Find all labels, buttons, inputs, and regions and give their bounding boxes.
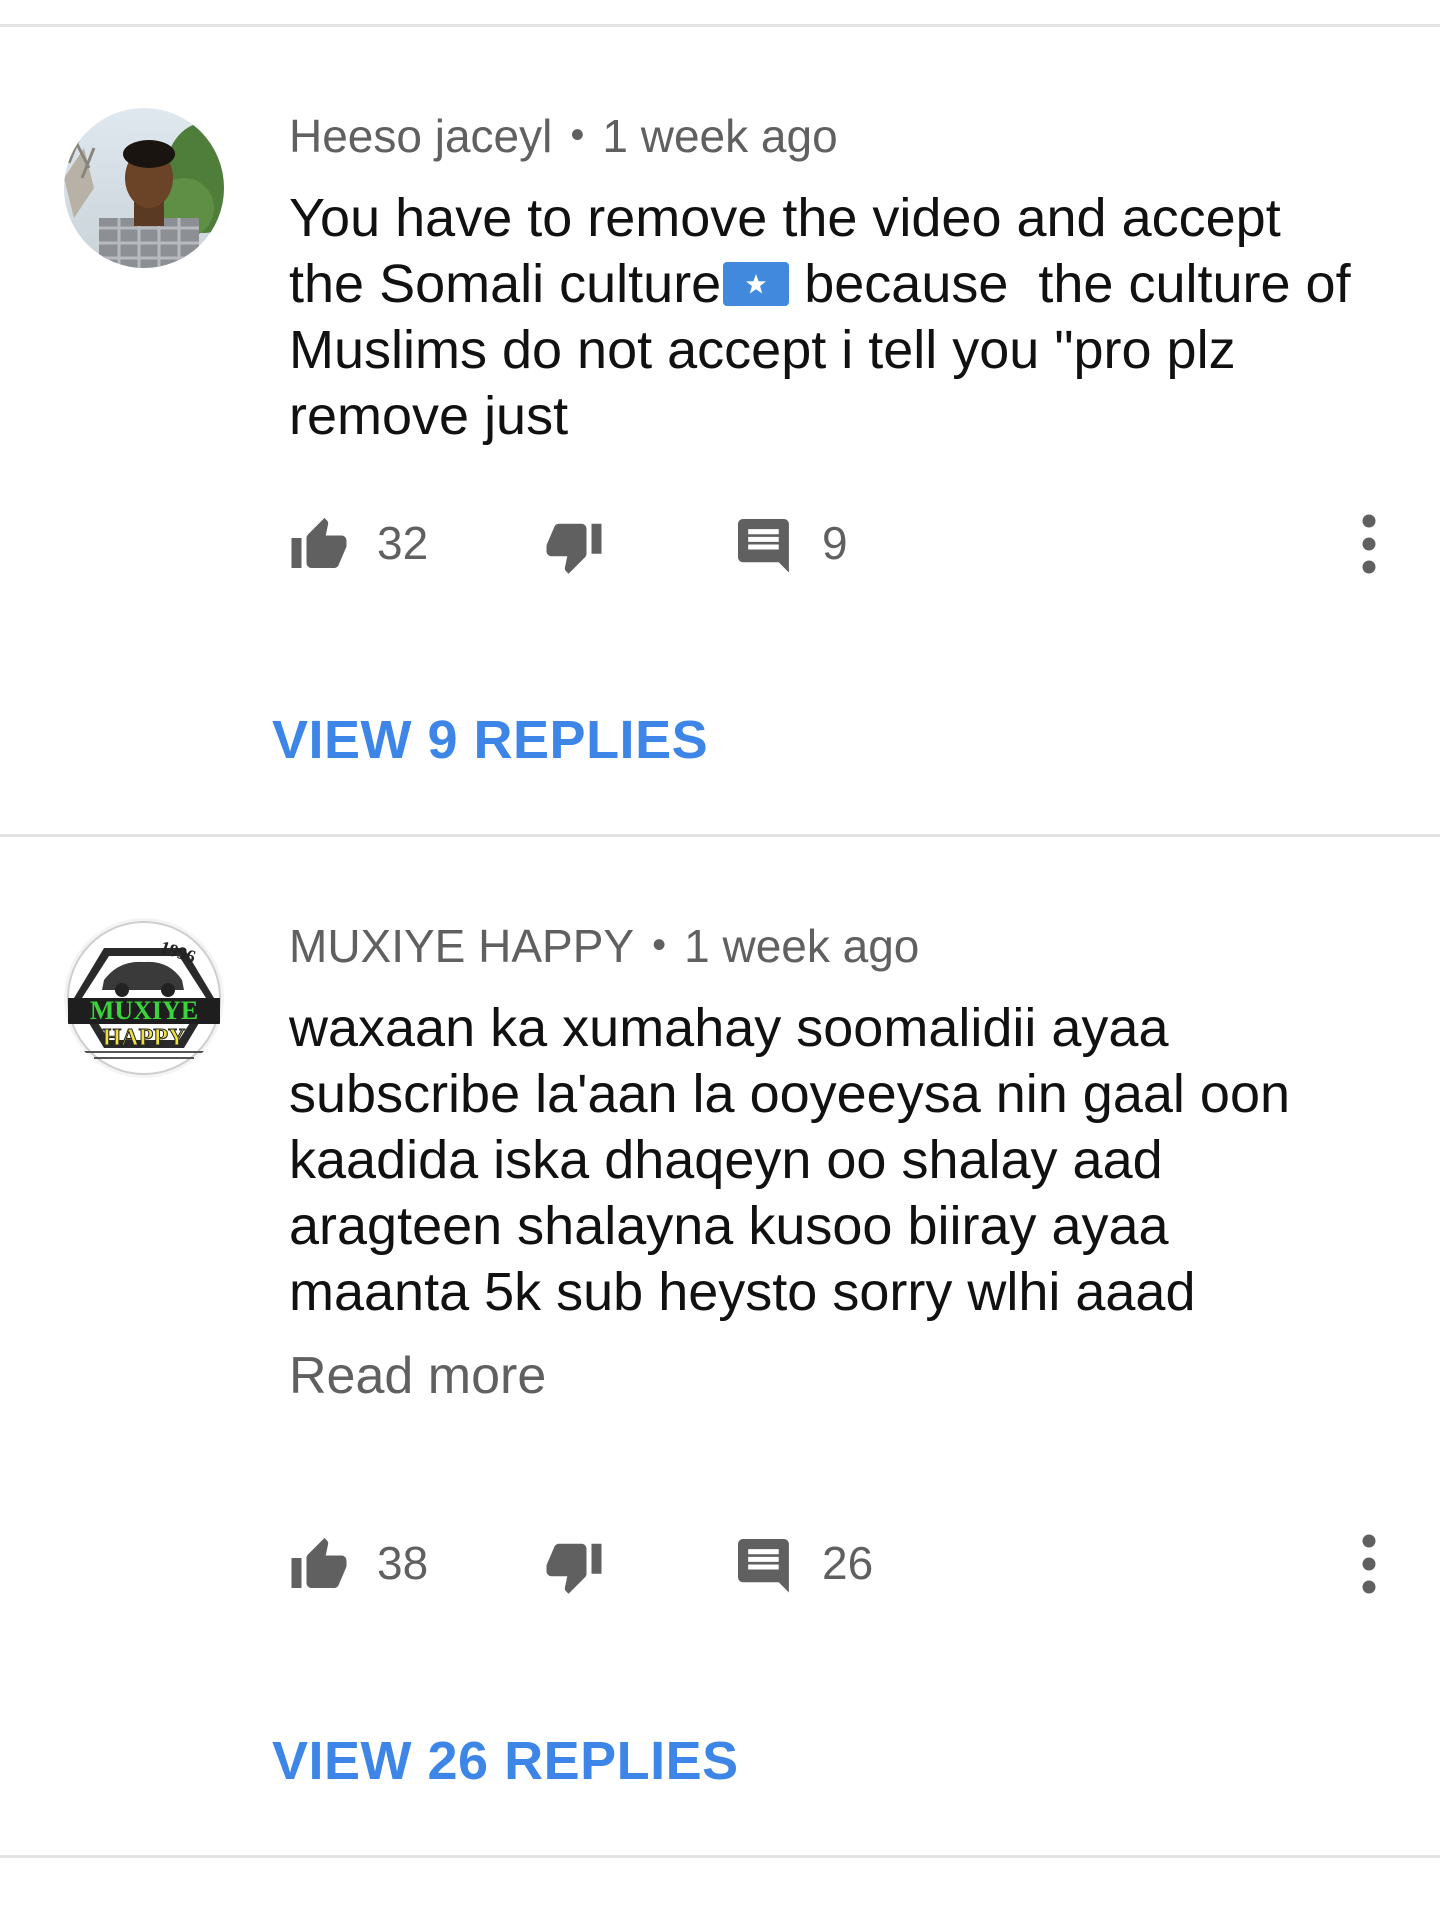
comment-actions: 38 26 <box>0 1525 1440 1605</box>
comment-icon[interactable] <box>738 519 794 580</box>
top-divider <box>0 24 1440 27</box>
like-count: 32 <box>377 517 429 569</box>
author-avatar[interactable] <box>64 108 224 268</box>
comment-meta: MUXIYE HAPPY • 1 week ago <box>289 918 919 977</box>
author-name[interactable]: Heeso jaceyl <box>289 110 552 162</box>
thumb-up-icon[interactable] <box>289 1535 349 1596</box>
thumb-down-icon[interactable] <box>544 521 604 584</box>
thumb-up-icon[interactable] <box>289 515 349 576</box>
comment-icon[interactable] <box>738 1539 794 1600</box>
comment-time[interactable]: 1 week ago <box>602 110 837 162</box>
logo-line-2: HAPPY <box>103 1025 186 1051</box>
reply-count: 26 <box>822 1537 874 1589</box>
comment-text: waxaan ka xumahay soomalidii ayaa subscr… <box>289 998 1306 1322</box>
somalia-flag-icon <box>723 262 790 306</box>
view-replies-button[interactable]: VIEW 26 REPLIES <box>272 1729 739 1793</box>
author-name[interactable]: MUXIYE HAPPY <box>289 920 634 972</box>
logo-line-1: MUXIYE <box>90 996 198 1025</box>
read-more-button[interactable]: Read more <box>289 1345 546 1407</box>
like-count: 38 <box>377 1537 429 1589</box>
reply-count: 9 <box>822 517 848 569</box>
author-avatar[interactable]: 1996 MUXIYE HAPPY <box>64 918 224 1078</box>
meta-separator: • <box>652 923 667 967</box>
view-replies-button[interactable]: VIEW 9 REPLIES <box>272 708 708 772</box>
comment-text: You have to remove the video and accept … <box>289 185 1369 449</box>
thread-divider <box>0 834 1440 837</box>
comment-time[interactable]: 1 week ago <box>684 920 919 972</box>
more-vertical-icon[interactable] <box>1352 1529 1386 1599</box>
thumb-down-icon[interactable] <box>544 1541 604 1604</box>
bottom-divider <box>0 1855 1440 1858</box>
comment-actions: 32 9 <box>0 505 1440 585</box>
comment-meta: Heeso jaceyl • 1 week ago <box>289 108 838 167</box>
more-vertical-icon[interactable] <box>1352 509 1386 579</box>
meta-separator: • <box>570 113 585 157</box>
